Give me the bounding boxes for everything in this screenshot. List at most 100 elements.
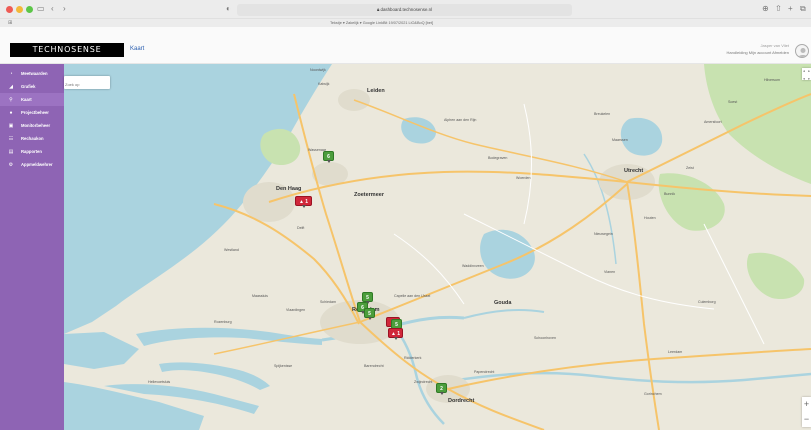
sidebar-item-label: Monitorbeheer bbox=[21, 123, 51, 128]
settings-icon: ⚙ bbox=[8, 162, 14, 168]
city-label-nieuwegein: Nieuwegein bbox=[594, 232, 613, 236]
city-label-spijkenisse: Spijkenisse bbox=[274, 364, 293, 368]
address-bar[interactable]: 🔒︎ dashboard.technosense.nl bbox=[237, 4, 572, 16]
city-label-gouda: Gouda bbox=[494, 300, 512, 306]
fullscreen-icon bbox=[803, 70, 810, 80]
city-label-leiden: Leiden bbox=[367, 88, 385, 94]
sidebar-item-monitorbeheer[interactable]: ▣ Monitorbeheer bbox=[0, 119, 64, 132]
city-label-alphen: Alphen aan den Rijn bbox=[444, 118, 477, 122]
sidebar-item-label: Appmeldwehrer bbox=[21, 162, 53, 167]
sidebar-item-label: Rapporten bbox=[21, 149, 42, 154]
city-label-ridderkerk: Ridderkerk bbox=[404, 356, 422, 360]
city-label-capelle: Capelle aan den IJssel bbox=[394, 294, 431, 298]
zoom-controls: + − bbox=[802, 397, 811, 427]
zoom-window-button[interactable] bbox=[26, 6, 33, 13]
back-icon[interactable]: ‹ bbox=[51, 5, 54, 13]
city-label-katwijk: Katwijk bbox=[318, 82, 330, 86]
sidebar: ◔ Meetwaarden ◢ Grafiek ⚲ Kaart ● Projec… bbox=[0, 64, 64, 430]
user-avatar-icon bbox=[798, 48, 808, 57]
share-icon[interactable]: ⇧ bbox=[775, 5, 782, 13]
city-label-culemborg: Culemborg bbox=[698, 300, 716, 304]
city-label-bodegraven: Bodegraven bbox=[488, 156, 508, 160]
city-label-dordrecht: Dordrecht bbox=[448, 398, 475, 404]
bookmarks-text[interactable]: Tekstje ▾ Zakelijk ▾ Google LinkBit 19/0… bbox=[330, 20, 433, 25]
city-label-woerden: Woerden bbox=[516, 176, 531, 180]
city-label-bunnik: Bunnik bbox=[664, 192, 675, 196]
city-label-westland: Westland bbox=[224, 248, 239, 252]
browser-chrome: ▭ ‹ › ◐ 🔒︎ dashboard.technosense.nl ⊕ ⇧ … bbox=[0, 0, 811, 27]
map-background bbox=[64, 64, 811, 430]
city-label-zeist: Zeist bbox=[686, 166, 694, 170]
tabs-overview-icon[interactable]: ⧉ bbox=[800, 5, 806, 13]
sidebar-item-rapporten[interactable]: ▤ Rapporten bbox=[0, 145, 64, 158]
logo-text: TECHNOSENSE bbox=[32, 45, 102, 54]
report-icon: ▤ bbox=[8, 149, 14, 155]
sidebar-item-appmeldwehrer[interactable]: ⚙ Appmeldwehrer bbox=[0, 158, 64, 171]
map-marker[interactable]: 5 bbox=[364, 308, 375, 320]
monitor-icon: ▣ bbox=[8, 123, 14, 129]
city-label-houten: Houten bbox=[644, 216, 656, 220]
city-label-delft: Delft bbox=[297, 226, 305, 230]
city-label-vianen: Vianen bbox=[604, 270, 616, 274]
privacy-shield-icon[interactable]: ◐ bbox=[226, 5, 231, 13]
sidebar-toggle-icon[interactable]: ▭ bbox=[37, 5, 45, 13]
map-marker-alert[interactable]: ▲ 1 bbox=[295, 196, 312, 208]
browser-titlebar: ▭ ‹ › ◐ 🔒︎ dashboard.technosense.nl ⊕ ⇧ … bbox=[0, 0, 811, 19]
city-label-schoonhoven: Schoonhoven bbox=[534, 336, 556, 340]
download-icon[interactable]: ⊕ bbox=[762, 5, 769, 13]
city-label-leerdam: Leerdam bbox=[668, 350, 683, 354]
user-name[interactable]: Jasper van Vliet bbox=[761, 43, 789, 48]
map-search-input[interactable] bbox=[65, 80, 109, 88]
user-links[interactable]: Handleiding Mijn account Afmelden bbox=[727, 50, 789, 55]
zoom-in-button[interactable]: + bbox=[802, 397, 811, 412]
city-label-den-haag: Den Haag bbox=[276, 186, 302, 192]
city-label-vlaardingen: Vlaardingen bbox=[286, 308, 306, 312]
page-title: Kaart bbox=[130, 46, 145, 52]
city-label-hellevoetsluis: Hellevoetsluis bbox=[148, 380, 171, 384]
zoom-out-button[interactable]: − bbox=[802, 412, 811, 427]
map[interactable]: Den Haag Zoetermeer Leiden Rotterdam Utr… bbox=[64, 64, 811, 430]
map-marker[interactable]: 2 bbox=[436, 383, 447, 395]
city-label-gorinchem: Gorinchem bbox=[644, 392, 662, 396]
city-label-rozenburg: Rozenburg bbox=[214, 320, 232, 324]
forward-icon[interactable]: › bbox=[63, 5, 66, 13]
sidebar-item-label: Projectbeheer bbox=[21, 110, 49, 115]
map-marker[interactable]: 6 bbox=[323, 151, 334, 163]
fullscreen-button[interactable] bbox=[802, 68, 811, 80]
sidebar-item-grafiek[interactable]: ◢ Grafiek bbox=[0, 80, 64, 93]
logo[interactable]: TECHNOSENSE bbox=[10, 43, 124, 57]
sidebar-item-label: Kaart bbox=[21, 97, 32, 102]
sidebar-item-label: Meetwaarden bbox=[21, 71, 48, 76]
app-header: TECHNOSENSE Kaart Jasper van Vliet Handl… bbox=[0, 27, 811, 64]
city-label-barendrecht: Barendrecht bbox=[364, 364, 384, 368]
map-marker-alert[interactable]: ▲ 1 bbox=[388, 328, 403, 340]
avatar[interactable] bbox=[795, 44, 809, 58]
city-label-utrecht: Utrecht bbox=[624, 168, 644, 174]
city-label-maarssen: Maarssen bbox=[612, 138, 628, 142]
city-label-noordwijk: Noordwijk bbox=[310, 68, 326, 72]
city-label-soest: Soest bbox=[728, 100, 738, 104]
meter-icon: ◔ bbox=[9, 71, 13, 77]
city-label-papendrecht: Papendrecht bbox=[474, 370, 495, 374]
city-label-hilversum: Hilversum bbox=[764, 78, 780, 82]
sidebar-item-meetwaarden[interactable]: ◔ Meetwaarden bbox=[0, 67, 64, 80]
project-icon: ● bbox=[9, 110, 13, 116]
list-icon: ☷ bbox=[8, 136, 14, 142]
sidebar-item-label: Rechaukon bbox=[21, 136, 44, 141]
map-search-box[interactable] bbox=[64, 76, 110, 89]
url-text: dashboard.technosense.nl bbox=[380, 7, 433, 12]
city-label-maassluis: Maassluis bbox=[252, 294, 268, 298]
map-marker[interactable]: 5 bbox=[362, 292, 373, 304]
sidebar-item-kaart[interactable]: ⚲ Kaart bbox=[0, 93, 64, 106]
sidebar-item-rechaukon[interactable]: ☷ Rechaukon bbox=[0, 132, 64, 145]
city-label-zoetermeer: Zoetermeer bbox=[354, 192, 384, 198]
new-tab-icon[interactable]: + bbox=[788, 5, 793, 13]
sidebar-item-projectbeheer[interactable]: ● Projectbeheer bbox=[0, 106, 64, 119]
close-window-button[interactable] bbox=[6, 6, 13, 13]
minimize-window-button[interactable] bbox=[16, 6, 23, 13]
city-label-schiedam: Schiedam bbox=[320, 300, 336, 304]
city-label-waddinxveen: Waddinxveen bbox=[462, 264, 484, 268]
sidebar-item-label: Grafiek bbox=[21, 84, 36, 89]
grid-icon[interactable]: ⊞ bbox=[8, 19, 12, 27]
bookmarks-bar: ⊞ Tekstje ▾ Zakelijk ▾ Google LinkBit 19… bbox=[0, 19, 811, 27]
